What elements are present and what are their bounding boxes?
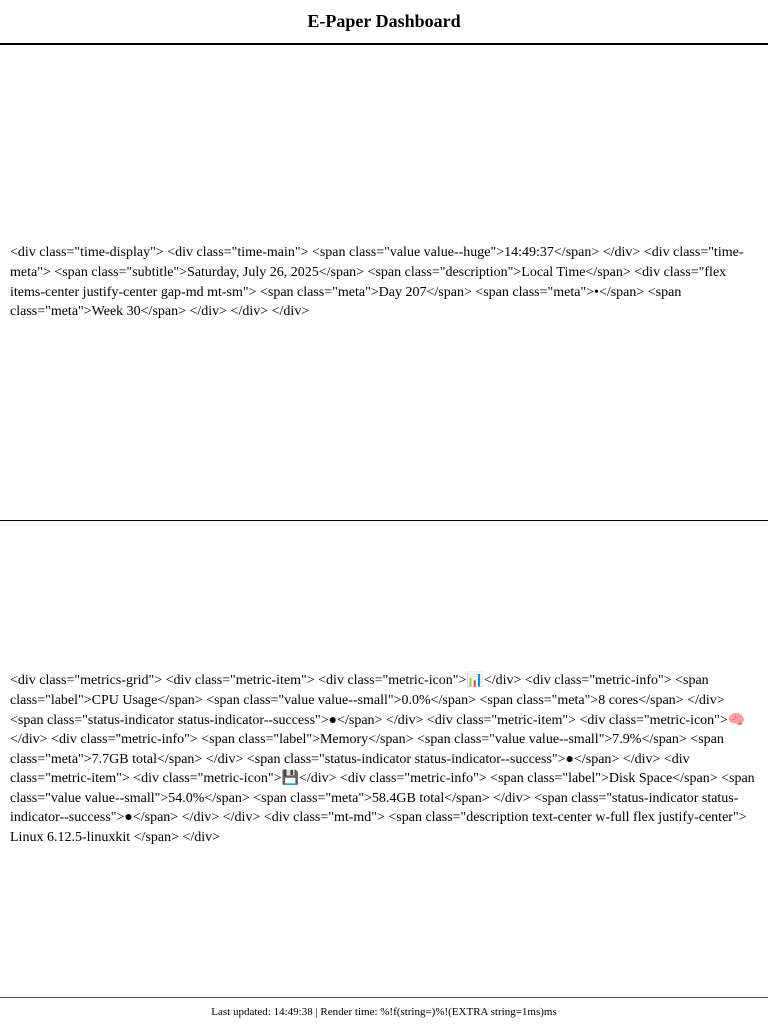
time-raw-markup: <div class="time-display"> <div class="t… bbox=[10, 245, 744, 320]
brain-icon: 🧠 bbox=[727, 711, 746, 728]
metrics-raw-markup: <div class="metrics-grid"> <div class="m… bbox=[10, 671, 758, 847]
page-title: E-Paper Dashboard bbox=[307, 11, 461, 31]
metrics-panel: <div class="metrics-grid"> <div class="m… bbox=[0, 522, 768, 997]
footer-status: Last updated: 14:49:38 | Render time: %!… bbox=[0, 997, 768, 1025]
footer-text: Last updated: 14:49:38 | Render time: %!… bbox=[211, 1005, 557, 1018]
bar-chart-icon: 📊 bbox=[466, 672, 484, 689]
time-panel: <div class="time-display"> <div class="t… bbox=[0, 45, 768, 521]
metrics-text-1: <div class="metrics-grid"> <div class="m… bbox=[10, 673, 467, 689]
floppy-disk-icon: 💾 bbox=[281, 770, 299, 787]
dashboard-header: E-Paper Dashboard bbox=[0, 0, 768, 45]
